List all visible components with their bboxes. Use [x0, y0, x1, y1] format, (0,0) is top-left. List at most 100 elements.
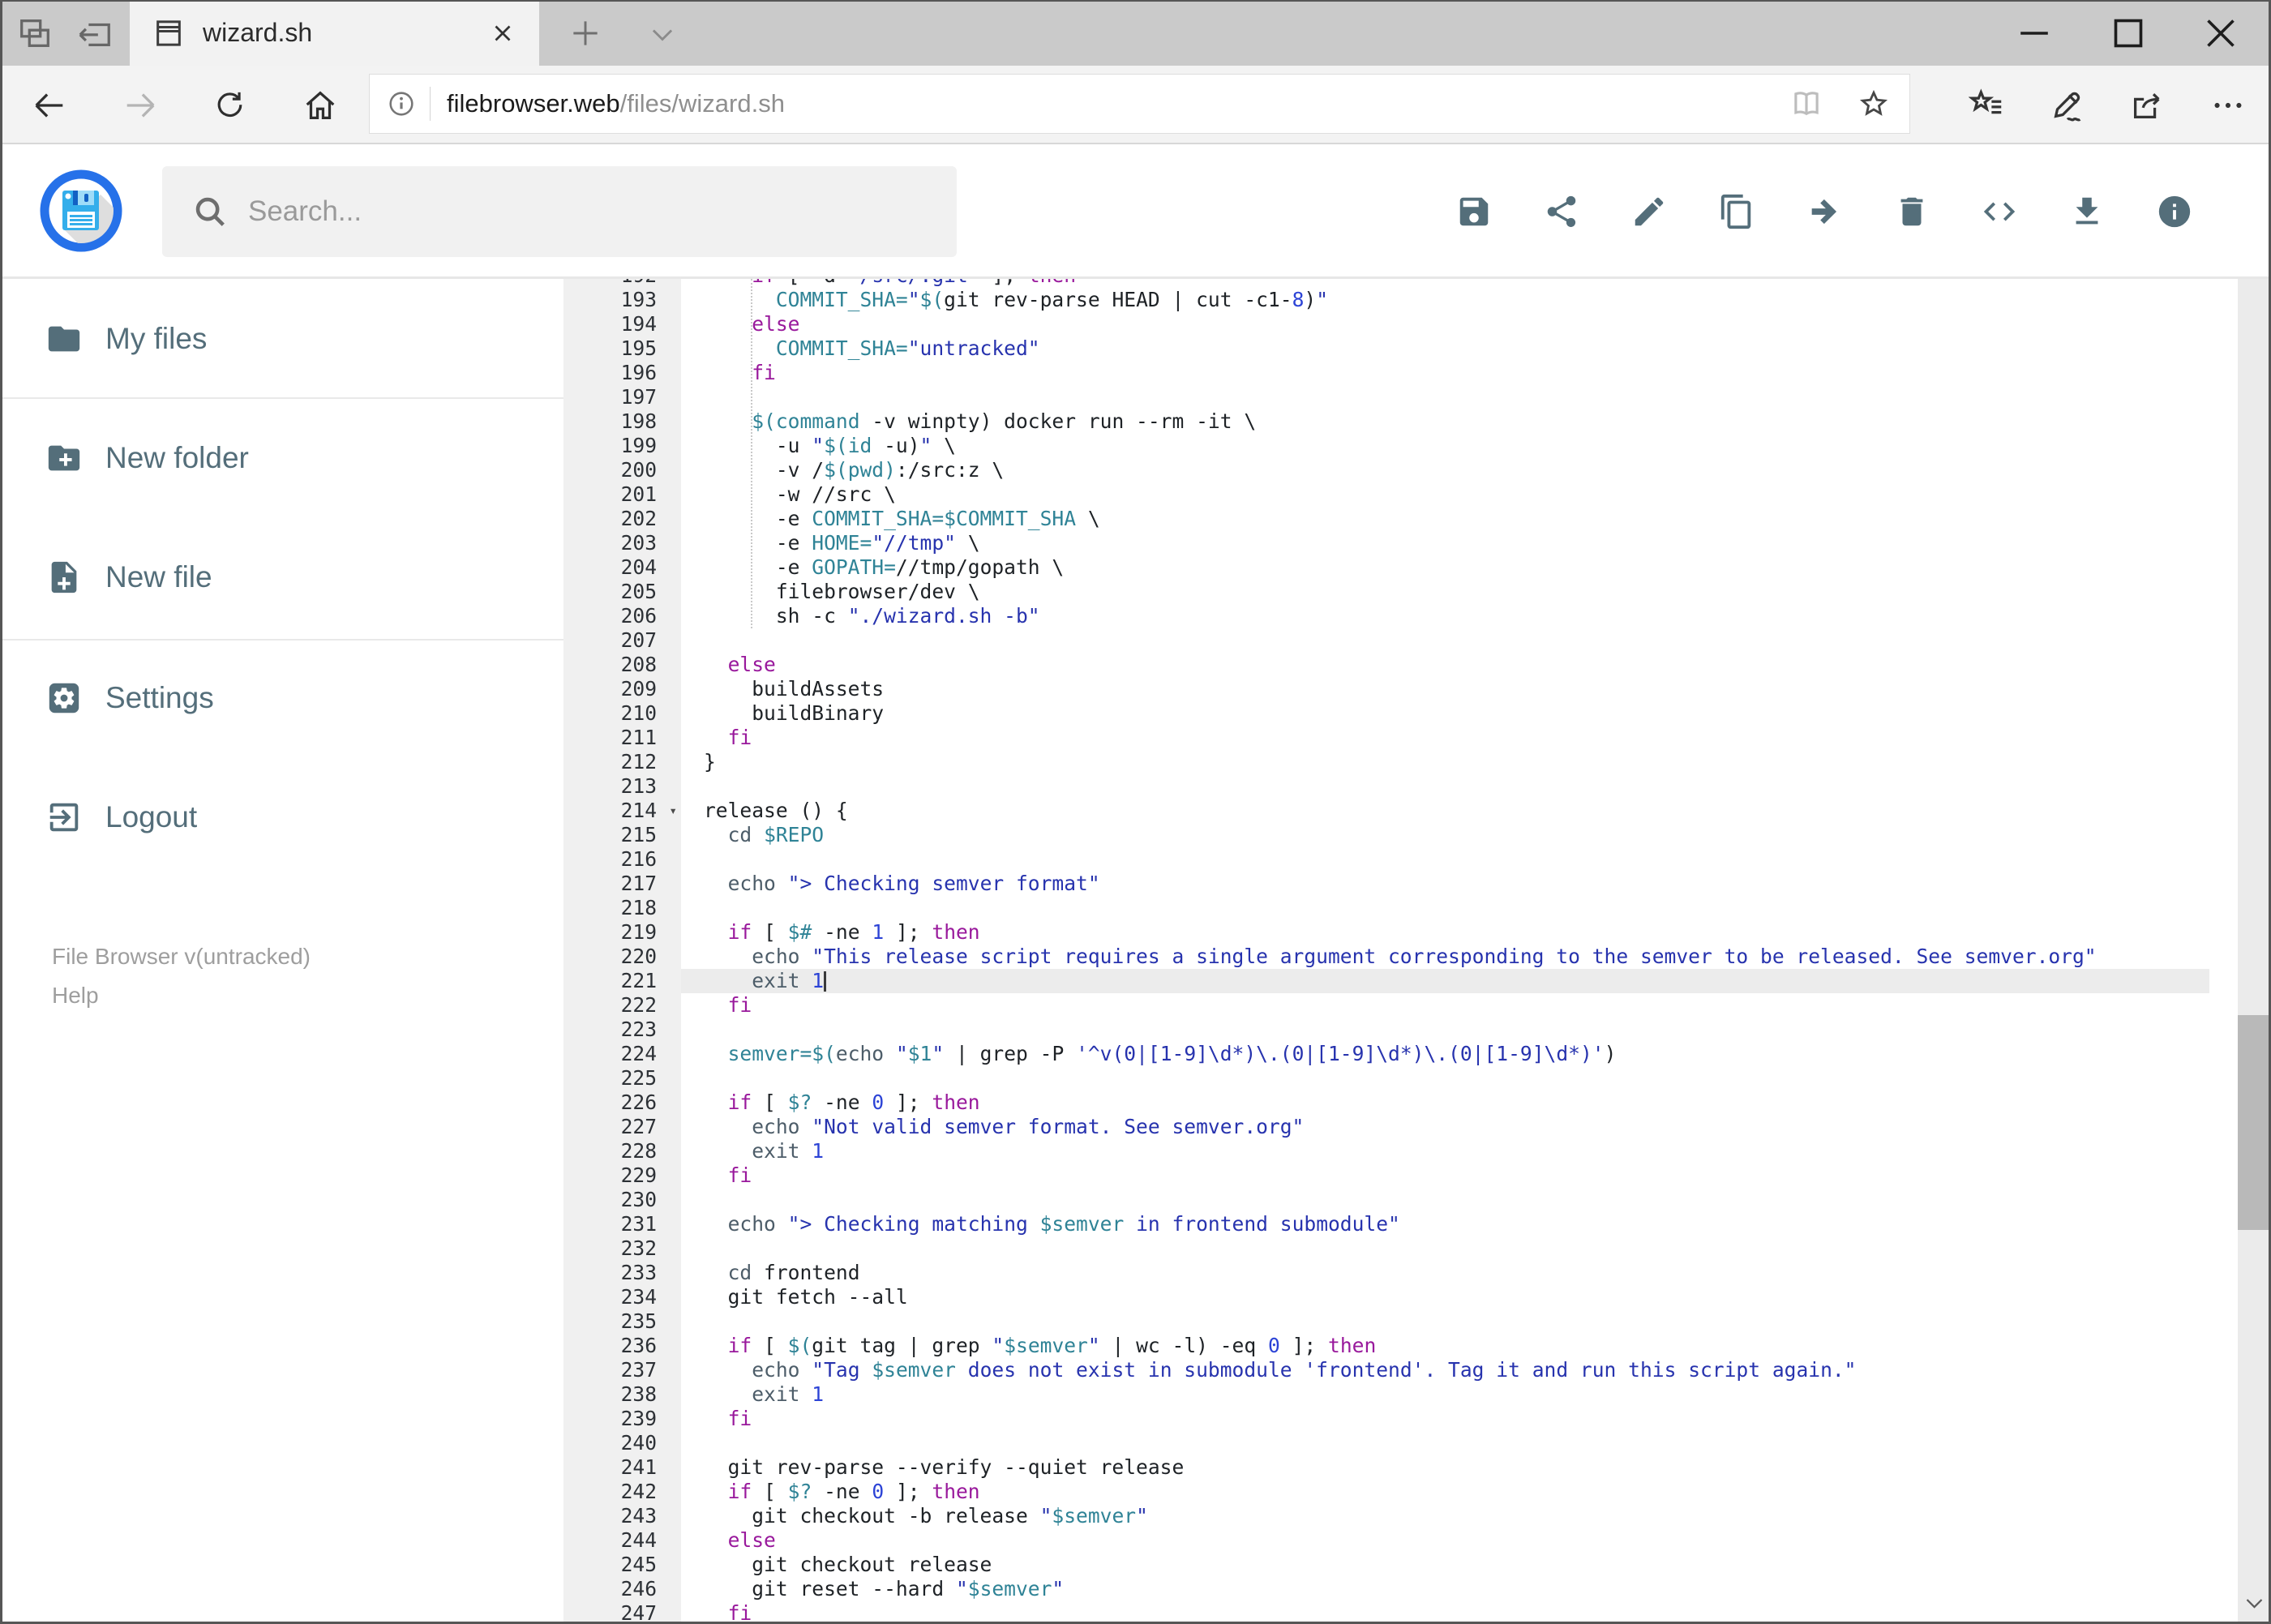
- code-text[interactable]: if [ $# -ne 1 ]; then: [681, 920, 2209, 945]
- line-number[interactable]: 217: [563, 872, 681, 896]
- favorite-star-icon[interactable]: [1858, 88, 1890, 120]
- line-number[interactable]: 232: [563, 1236, 681, 1261]
- minimize-button[interactable]: [2009, 8, 2059, 58]
- line-number[interactable]: 225: [563, 1066, 681, 1091]
- code-text[interactable]: [681, 1188, 2209, 1212]
- code-text[interactable]: fi: [681, 361, 2209, 385]
- tab-preview-icon[interactable]: [16, 15, 54, 52]
- sidebar-item-new-file[interactable]: New file: [0, 546, 563, 608]
- code-text[interactable]: [681, 1066, 2209, 1091]
- line-number[interactable]: 219: [563, 920, 681, 945]
- code-text[interactable]: -u "$(id -u)" \: [681, 434, 2209, 458]
- line-number[interactable]: 214 ▾: [563, 799, 681, 823]
- code-text[interactable]: fi: [681, 1407, 2209, 1431]
- line-number[interactable]: 224: [563, 1042, 681, 1066]
- code-text[interactable]: [681, 385, 2209, 409]
- line-number[interactable]: 247: [563, 1601, 681, 1624]
- code-text[interactable]: buildBinary: [681, 701, 2209, 726]
- line-number[interactable]: 243: [563, 1504, 681, 1528]
- line-number[interactable]: 195: [563, 336, 681, 361]
- line-number[interactable]: 236: [563, 1334, 681, 1358]
- code-text[interactable]: else: [681, 1528, 2209, 1553]
- tab-close-icon[interactable]: [489, 19, 516, 47]
- line-number[interactable]: 245: [563, 1553, 681, 1577]
- code-text[interactable]: buildAssets: [681, 677, 2209, 701]
- code-text[interactable]: cd $REPO: [681, 823, 2209, 847]
- source-button[interactable]: [1981, 193, 2018, 230]
- line-number[interactable]: 208: [563, 653, 681, 677]
- code-text[interactable]: echo "> Checking semver format": [681, 872, 2209, 896]
- forward-icon[interactable]: [122, 87, 159, 124]
- line-number[interactable]: 230: [563, 1188, 681, 1212]
- code-text[interactable]: echo "> Checking matching $semver in fro…: [681, 1212, 2209, 1236]
- line-number[interactable]: 198: [563, 409, 681, 434]
- line-number[interactable]: 216: [563, 847, 681, 872]
- line-number[interactable]: 220: [563, 945, 681, 969]
- sidebar-item-new-folder[interactable]: New folder: [0, 427, 563, 489]
- line-number[interactable]: 204: [563, 555, 681, 580]
- line-number[interactable]: 210: [563, 701, 681, 726]
- home-icon[interactable]: [302, 87, 339, 124]
- line-number[interactable]: 246: [563, 1577, 681, 1601]
- line-number[interactable]: 237: [563, 1358, 681, 1382]
- line-number[interactable]: 201: [563, 482, 681, 507]
- line-number[interactable]: 209: [563, 677, 681, 701]
- code-text[interactable]: echo "Tag $semver does not exist in subm…: [681, 1358, 2209, 1382]
- annotate-pen-icon[interactable]: [2048, 87, 2085, 124]
- rename-button[interactable]: [1630, 193, 1668, 230]
- code-text[interactable]: -w //src \: [681, 482, 2209, 507]
- address-bar[interactable]: filebrowser.web/files/wizard.sh: [369, 74, 1910, 134]
- code-text[interactable]: semver=$(echo "$1" | grep -P '^v(0|[1-9]…: [681, 1042, 2209, 1066]
- line-number[interactable]: 239: [563, 1407, 681, 1431]
- line-number[interactable]: 240: [563, 1431, 681, 1455]
- code-text[interactable]: git checkout -b release "$semver": [681, 1504, 2209, 1528]
- code-text[interactable]: filebrowser/dev \: [681, 580, 2209, 604]
- line-number[interactable]: 244: [563, 1528, 681, 1553]
- code-text[interactable]: [681, 1309, 2209, 1334]
- code-text[interactable]: [681, 896, 2209, 920]
- help-link[interactable]: Help: [52, 976, 311, 1015]
- line-number[interactable]: 226: [563, 1091, 681, 1115]
- code-text[interactable]: if [ $? -ne 0 ]; then: [681, 1091, 2209, 1115]
- line-number[interactable]: 235: [563, 1309, 681, 1334]
- sidebar-item-settings[interactable]: Settings: [0, 667, 563, 729]
- line-number[interactable]: 203: [563, 531, 681, 555]
- line-number[interactable]: 218: [563, 896, 681, 920]
- code-text[interactable]: $(command -v winpty) docker run --rm -it…: [681, 409, 2209, 434]
- line-number[interactable]: 211: [563, 726, 681, 750]
- line-number[interactable]: 241: [563, 1455, 681, 1480]
- code-text[interactable]: COMMIT_SHA="$(git rev-parse HEAD | cut -…: [681, 288, 2209, 312]
- code-text[interactable]: echo "This release script requires a sin…: [681, 945, 2209, 969]
- share-icon-browser[interactable]: [2128, 87, 2166, 124]
- move-button[interactable]: [1806, 193, 1843, 230]
- code-text[interactable]: fi: [681, 1163, 2209, 1188]
- line-number[interactable]: 229: [563, 1163, 681, 1188]
- tab-list-chevron-icon[interactable]: [647, 19, 678, 50]
- code-text[interactable]: exit 1: [681, 1139, 2209, 1163]
- code-text[interactable]: [681, 1236, 2209, 1261]
- line-number[interactable]: 242: [563, 1480, 681, 1504]
- maximize-button[interactable]: [2103, 8, 2153, 58]
- code-text[interactable]: [681, 774, 2209, 799]
- share-button[interactable]: [1543, 193, 1580, 230]
- fold-marker-icon[interactable]: ▾: [669, 799, 677, 823]
- line-number[interactable]: 199: [563, 434, 681, 458]
- line-number[interactable]: 206: [563, 604, 681, 628]
- code-text[interactable]: [681, 1431, 2209, 1455]
- line-number[interactable]: 213: [563, 774, 681, 799]
- code-text[interactable]: git checkout release: [681, 1553, 2209, 1577]
- line-number[interactable]: 231: [563, 1212, 681, 1236]
- line-number[interactable]: 223: [563, 1018, 681, 1042]
- tabs-aside-icon[interactable]: [76, 15, 114, 52]
- sidebar-item-my-files[interactable]: My files: [0, 308, 563, 370]
- scrollbar-thumb[interactable]: [2238, 1015, 2271, 1230]
- url-text[interactable]: filebrowser.web/files/wizard.sh: [447, 89, 1789, 118]
- line-number[interactable]: 228: [563, 1139, 681, 1163]
- code-text[interactable]: git reset --hard "$semver": [681, 1577, 2209, 1601]
- code-text[interactable]: [681, 1018, 2209, 1042]
- code-text[interactable]: else: [681, 653, 2209, 677]
- code-text[interactable]: [681, 628, 2209, 653]
- line-number[interactable]: 192: [563, 279, 681, 288]
- sidebar-item-logout[interactable]: Logout: [0, 786, 563, 848]
- line-number[interactable]: 234: [563, 1285, 681, 1309]
